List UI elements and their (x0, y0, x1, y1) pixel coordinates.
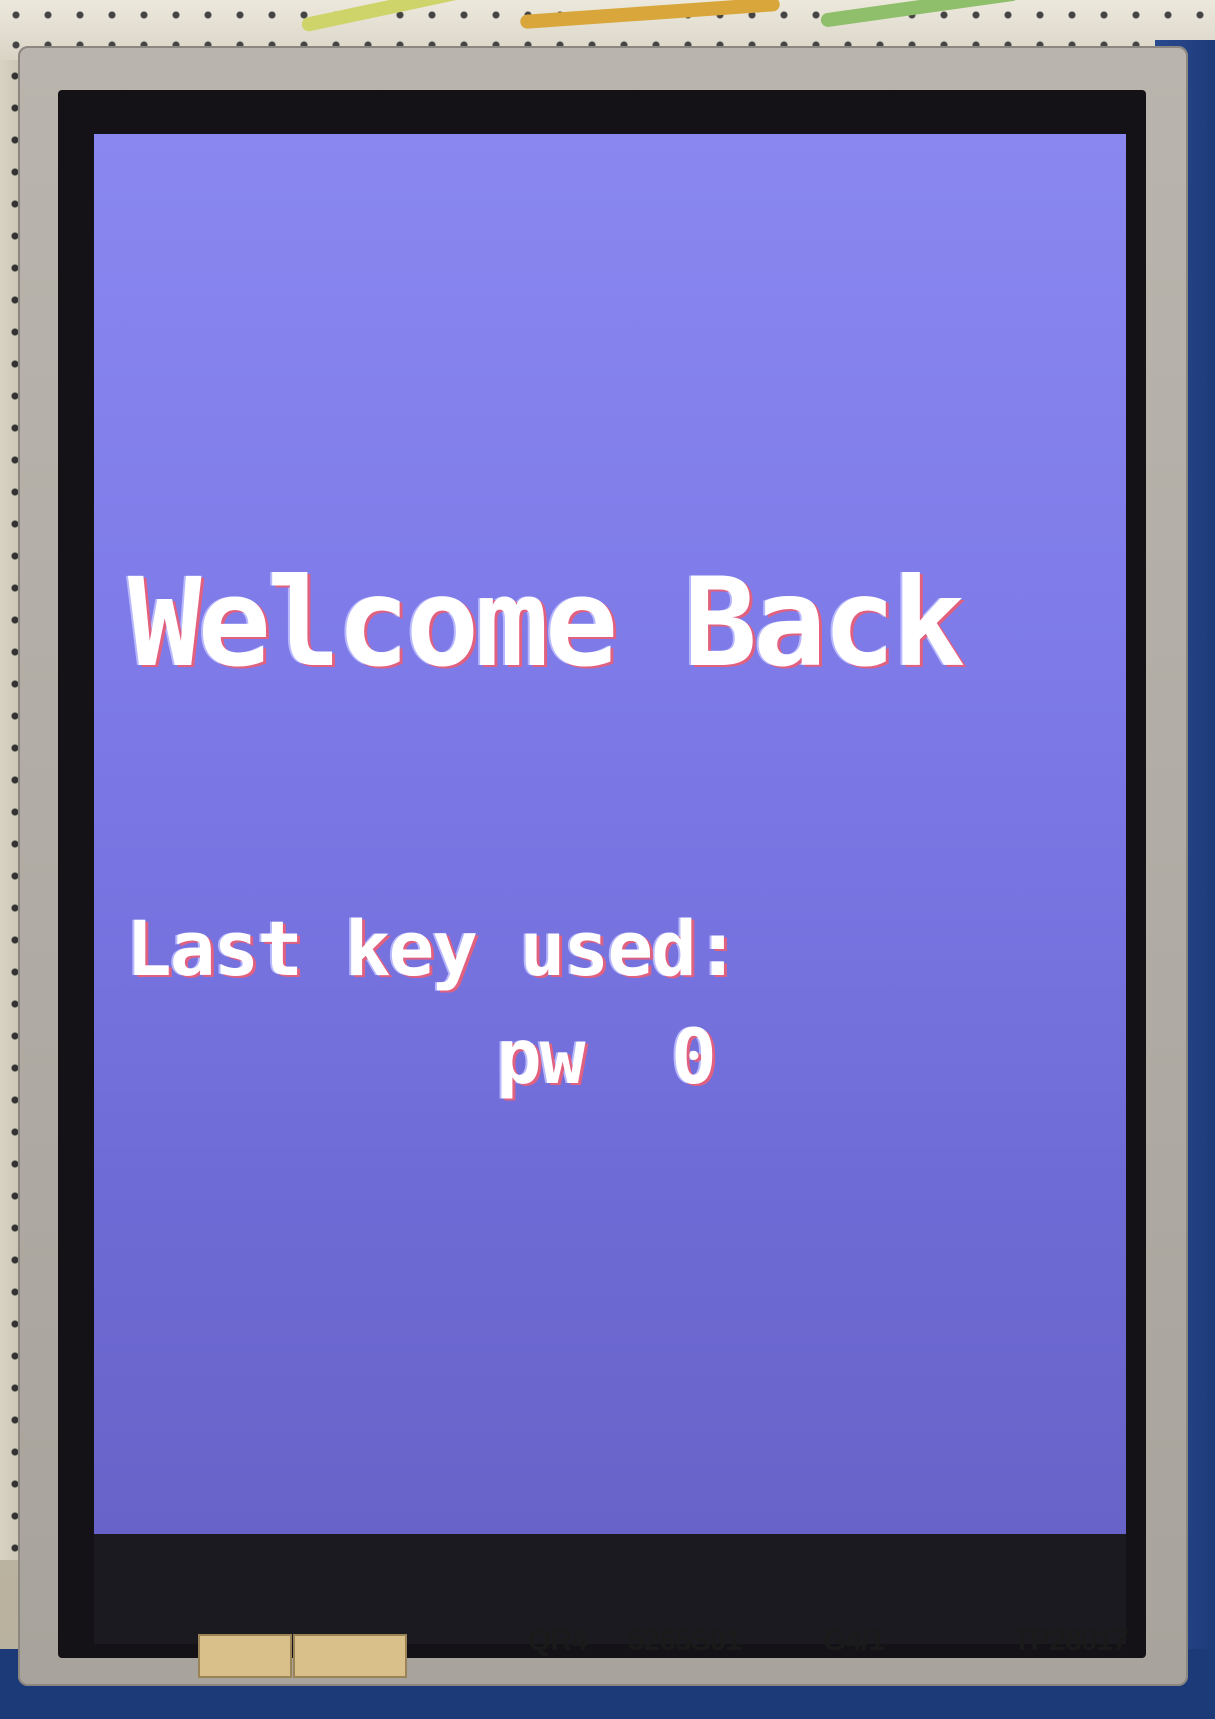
module-marking: 5265S01 (628, 1624, 742, 1657)
display-screen[interactable]: Welcome Back Last key used: pw 0 (94, 134, 1126, 1534)
connector-tab (198, 1634, 292, 1678)
connector-tab (293, 1634, 407, 1678)
photo-scene: Welcome Back Last key used: pw 0 QR4 526… (0, 0, 1215, 1719)
tft-display-module: Welcome Back Last key used: pw 0 QR4 526… (18, 46, 1188, 1686)
welcome-heading: Welcome Back (128, 552, 965, 694)
module-marking: QR4 (528, 1624, 588, 1657)
module-ribbon: QR4 5265S01 G4/1 TP28017 (58, 1616, 1148, 1686)
display-bezel: Welcome Back Last key used: pw 0 (58, 90, 1146, 1658)
last-key-value: pw 0 (496, 1012, 717, 1101)
module-marking: G4/1 (823, 1624, 885, 1657)
last-key-label: Last key used: (126, 904, 741, 993)
module-marking: TP28017 (1013, 1624, 1129, 1657)
